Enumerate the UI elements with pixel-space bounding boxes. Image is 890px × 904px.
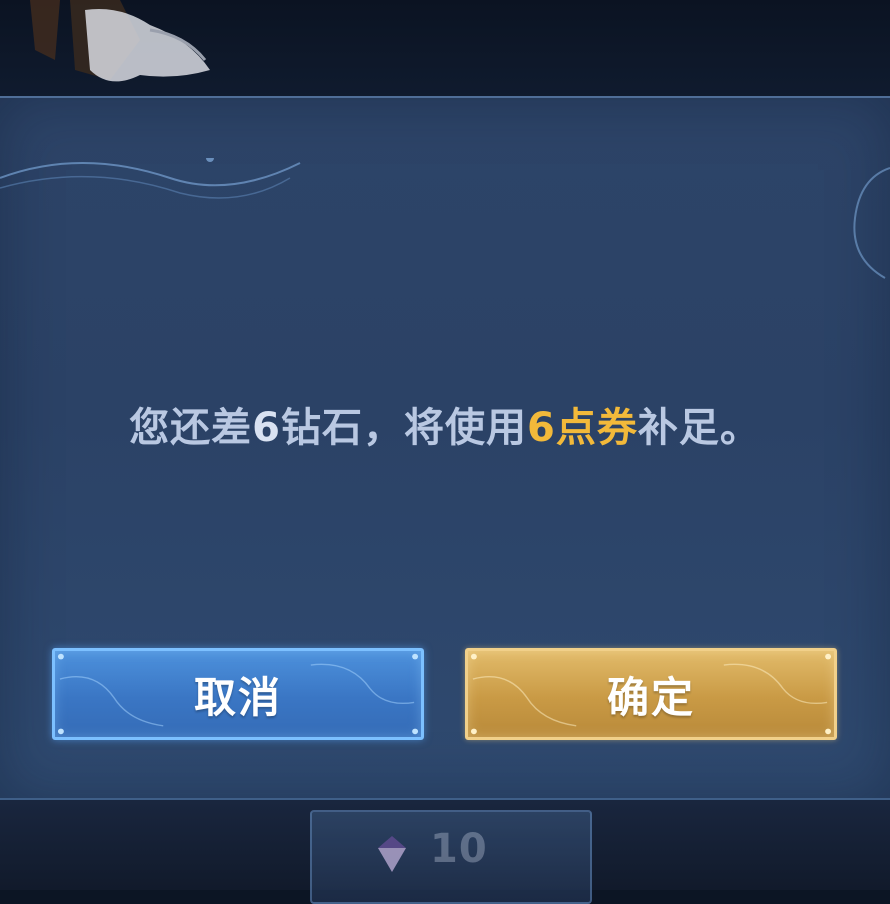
message-text-1: 您还差 — [129, 405, 253, 451]
voucher-amount: 6点券 — [527, 405, 638, 451]
cancel-button-label: 取消 — [193, 672, 282, 722]
background-count: 10 — [430, 826, 488, 872]
gem-icon — [378, 836, 406, 872]
confirm-button[interactable]: 确定 — [465, 648, 837, 740]
diamond-count: 6 — [252, 405, 281, 451]
dialog-ornament — [0, 158, 890, 279]
cancel-button[interactable]: 取消 — [52, 648, 424, 740]
hero-artwork — [30, 0, 210, 82]
message-text-2: 钻石，将使用 — [281, 405, 527, 451]
confirm-button-label: 确定 — [606, 672, 695, 722]
dialog-message: 您还差6钻石，将使用6点券补足。 — [0, 395, 890, 453]
message-text-3: 补足。 — [637, 405, 761, 451]
